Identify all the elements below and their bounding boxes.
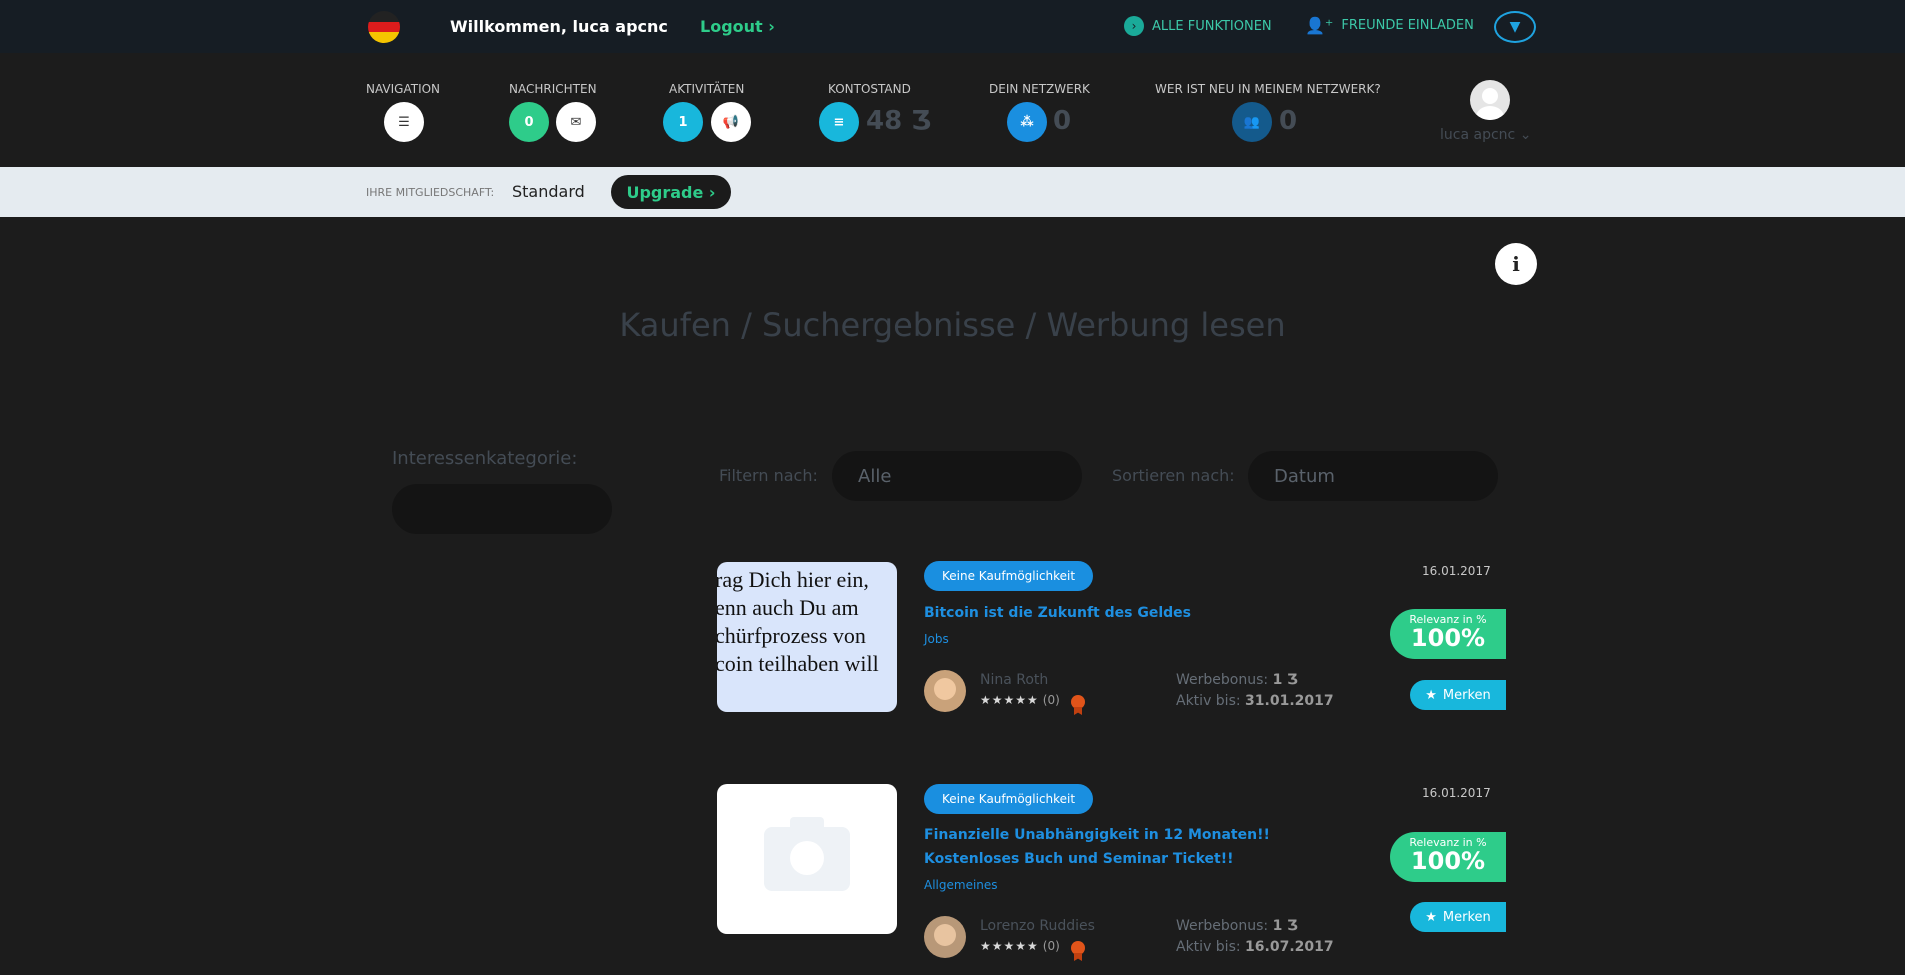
active-until: Aktiv bis: 31.01.2017 [1176,693,1334,709]
listing-category-link[interactable]: Allgemeines [924,878,998,892]
chevron-down-icon: ⌄ [1519,127,1532,143]
star-icon: ★ [1425,909,1437,925]
bookmark-button[interactable]: ★ Merken [1410,902,1506,932]
camera-placeholder-icon [717,784,897,934]
sort-select[interactable]: Datum [1248,451,1498,501]
activities-stat: AKTIVITÄTEN [669,82,744,96]
page-title: Kaufen / Suchergebnisse / Werbung lesen [619,306,1286,344]
network-label: DEIN NETZWERK [989,82,1090,96]
relevance-badge: Relevanz in % 100% [1390,609,1506,659]
author-avatar[interactable] [924,670,966,712]
thumbnail-text-image: rag Dich hier ein, enn auch Du am chürfp… [717,562,897,712]
messages-stat: NACHRICHTEN [509,82,597,96]
listing-title-link[interactable]: Bitcoin ist die Zukunft des Geldes [924,601,1364,625]
no-purchase-badge: Keine Kaufmöglichkeit [924,561,1094,591]
award-medal-icon [1071,695,1085,709]
user-avatar[interactable] [1470,80,1510,120]
activities-label: AKTIVITÄTEN [669,82,745,96]
all-functions-label: ALLE FUNKTIONEN [1152,18,1272,34]
award-medal-icon [1071,941,1085,955]
users-icon[interactable]: 👥 [1232,102,1272,142]
navigation-stat: NAVIGATION [366,82,440,96]
messages-label: NACHRICHTEN [509,82,597,96]
envelope-icon[interactable]: ✉ [556,102,596,142]
invite-friends-label: FREUNDE EINLADEN [1341,18,1474,33]
brand-logo-icon[interactable]: ▼ [1494,11,1536,43]
network-stat: DEIN NETZWERK [989,82,1090,96]
ad-bonus: Werbebonus: 1 Ʒ [1176,918,1298,934]
network-value: 0 [1053,106,1072,136]
messages-count-badge[interactable]: 0 [509,102,549,142]
invite-friends-link[interactable]: 👤⁺ FREUNDE EINLADEN [1305,16,1474,35]
author-avatar[interactable] [924,916,966,958]
relevance-badge: Relevanz in % 100% [1390,832,1506,882]
balance-label: KONTOSTAND [828,82,911,96]
new-in-network-value: 0 [1279,106,1298,136]
bookmark-button[interactable]: ★ Merken [1410,680,1506,710]
upgrade-button[interactable]: Upgrade › [611,175,731,209]
all-functions-link[interactable]: › ALLE FUNKTIONEN [1124,16,1272,36]
sort-label: Sortieren nach: [1112,466,1235,485]
interest-category-label: Interessenkategorie: [392,448,578,469]
info-icon[interactable]: i [1495,243,1537,285]
membership-bar: IHRE MITGLIEDSCHAFT: Standard Upgrade › [0,167,1905,217]
megaphone-icon[interactable]: 📢 [711,102,751,142]
user-menu-dropdown[interactable]: luca apcnc ⌄ [1440,127,1531,143]
german-flag-icon[interactable] [368,11,400,43]
no-purchase-badge: Keine Kaufmöglichkeit [924,784,1094,814]
welcome-text: Willkommen, luca apcnc [450,17,668,36]
network-icon[interactable]: ⁂ [1007,102,1047,142]
star-icon: ★ [1425,687,1437,703]
ad-bonus: Werbebonus: 1 Ʒ [1176,672,1298,688]
rating-stars: ★★★★★ (0) [980,939,1060,953]
rating-stars: ★★★★★ (0) [980,693,1060,707]
filter-select[interactable]: Alle [832,451,1082,501]
new-in-network-stat: WER IST NEU IN MEINEM NETZWERK? [1155,82,1381,96]
listing-thumbnail[interactable] [717,784,897,934]
listing-category-link[interactable]: Jobs [924,632,949,646]
listing-date: 16.01.2017 [1422,786,1491,800]
filter-label: Filtern nach: [719,466,818,485]
menu-icon[interactable]: ☰ [384,102,424,142]
listing-thumbnail[interactable]: rag Dich hier ein, enn auch Du am chürfp… [717,562,897,712]
listing-date: 16.01.2017 [1422,564,1491,578]
coins-icon[interactable]: ≡ [819,102,859,142]
balance-value: 48 Ʒ [866,106,932,136]
author-name[interactable]: Lorenzo Ruddies [980,918,1095,934]
logout-link[interactable]: Logout › [700,17,775,36]
top-bar: Willkommen, luca apcnc Logout › › ALLE F… [0,0,1905,53]
chevron-right-icon: › [1124,16,1144,36]
navigation-label: NAVIGATION [366,82,441,96]
interest-category-select[interactable] [392,484,612,534]
active-until: Aktiv bis: 16.07.2017 [1176,939,1334,955]
listing-title-link[interactable]: Finanzielle Unabhängigkeit in 12 Monaten… [924,823,1364,871]
membership-value: Standard [512,182,585,201]
activities-count-badge[interactable]: 1 [663,102,703,142]
stats-bar [0,53,1905,167]
add-user-icon: 👤⁺ [1305,16,1334,35]
balance-stat: KONTOSTAND [828,82,911,96]
membership-label: IHRE MITGLIEDSCHAFT: [366,186,495,199]
new-in-network-label: WER IST NEU IN MEINEM NETZWERK? [1155,82,1381,96]
author-name[interactable]: Nina Roth [980,672,1048,688]
